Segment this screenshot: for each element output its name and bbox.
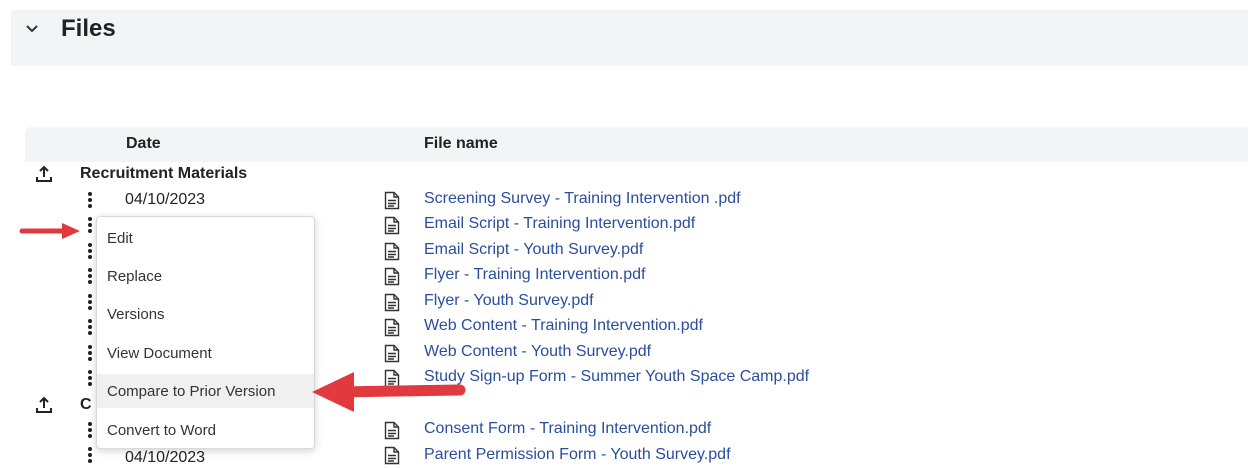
table-header: Date File name: [25, 127, 1248, 162]
menu-item-convert-to-word[interactable]: Convert to Word: [97, 413, 314, 447]
annotation-arrow-icon: [312, 372, 466, 412]
file-link[interactable]: Email Script - Training Intervention.pdf: [424, 215, 695, 233]
menu-item-label: View Document: [107, 345, 212, 362]
kebab-icon[interactable]: [87, 344, 93, 362]
kebab-icon[interactable]: [87, 191, 93, 209]
document-icon: [384, 318, 400, 337]
annotation-arrow-icon: [19, 223, 80, 239]
context-menu: Edit Replace Versions View Document Comp…: [96, 216, 315, 449]
row-date: 04/10/2023: [125, 191, 206, 208]
menu-item-replace[interactable]: Replace: [97, 259, 314, 293]
menu-item-versions[interactable]: Versions: [97, 297, 314, 331]
date-column-header[interactable]: Date: [126, 135, 161, 153]
section-title: Files: [61, 15, 116, 42]
file-link[interactable]: Study Sign-up Form - Summer Youth Space …: [424, 368, 809, 386]
kebab-icon[interactable]: [87, 267, 93, 285]
kebab-icon[interactable]: [87, 369, 93, 387]
menu-item-label: Versions: [107, 306, 165, 323]
file-link[interactable]: Consent Form - Training Intervention.pdf: [424, 420, 711, 438]
document-icon: [384, 242, 400, 261]
kebab-icon[interactable]: [87, 421, 93, 439]
file-link[interactable]: Web Content - Training Intervention.pdf: [424, 317, 703, 335]
file-link[interactable]: Flyer - Youth Survey.pdf: [424, 292, 594, 310]
document-icon: [384, 267, 400, 286]
kebab-icon[interactable]: [87, 216, 93, 234]
menu-item-view-document[interactable]: View Document: [97, 336, 314, 370]
file-link[interactable]: Parent Permission Form - Youth Survey.pd…: [424, 446, 731, 464]
upload-icon[interactable]: [35, 396, 53, 414]
file-link[interactable]: Screening Survey - Training Intervention…: [424, 190, 741, 208]
upload-icon[interactable]: [35, 165, 53, 183]
menu-item-label: Edit: [107, 230, 133, 247]
file-link[interactable]: Email Script - Youth Survey.pdf: [424, 241, 643, 259]
group-label: C: [80, 396, 92, 413]
menu-item-label: Compare to Prior Version: [107, 383, 276, 400]
kebab-icon[interactable]: [87, 446, 93, 464]
kebab-icon[interactable]: [87, 242, 93, 260]
file-link[interactable]: Flyer - Training Intervention.pdf: [424, 266, 645, 284]
section-header[interactable]: [11, 10, 1248, 66]
document-icon: [384, 344, 400, 363]
kebab-icon[interactable]: [87, 293, 93, 311]
chevron-down-icon[interactable]: [22, 18, 42, 38]
document-icon: [384, 446, 400, 465]
menu-item-compare-to-prior-version[interactable]: Compare to Prior Version: [97, 374, 314, 408]
menu-item-edit[interactable]: Edit: [97, 221, 314, 255]
document-icon: [384, 216, 400, 235]
document-icon: [384, 421, 400, 440]
document-icon: [384, 191, 400, 210]
menu-item-label: Replace: [107, 268, 163, 285]
file-name-column-header[interactable]: File name: [424, 135, 498, 153]
row-date: 04/10/2023: [125, 449, 206, 466]
file-link[interactable]: Web Content - Youth Survey.pdf: [424, 343, 651, 361]
kebab-icon[interactable]: [87, 318, 93, 336]
document-icon: [384, 293, 400, 312]
menu-item-label: Convert to Word: [107, 422, 216, 439]
group-label: Recruitment Materials: [80, 165, 248, 182]
